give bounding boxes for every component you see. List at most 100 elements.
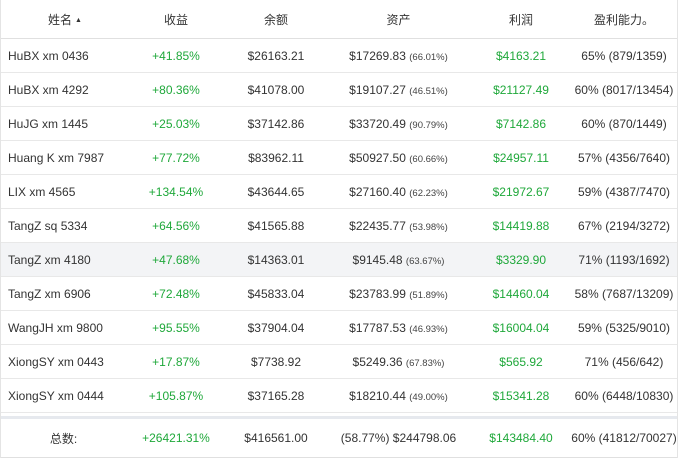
assets-value: $9145.48	[352, 252, 403, 267]
table-row[interactable]: HuJG xm 1445 +25.03% $37142.86 $33720.49 (9…	[1, 107, 677, 141]
account-name[interactable]: HuBX xm 0436	[1, 49, 126, 63]
assets-percent: (90.79%)	[409, 119, 448, 131]
balance-value: $37165.28	[247, 388, 305, 403]
table-row[interactable]: XiongSY xm 0443 +17.87% $7738.92 $5249.36 (…	[1, 345, 677, 379]
account-name[interactable]: WangJH xm 9800	[1, 321, 126, 335]
profit-value: $7142.86	[495, 116, 547, 131]
assets-cell: $50927.50 (60.66%)	[326, 151, 471, 165]
assets-percent: (62.23%)	[409, 187, 448, 199]
account-name[interactable]: TangZ xm 6906	[1, 287, 126, 301]
assets-value: $23783.99	[349, 286, 406, 301]
account-name[interactable]: LIX xm 4565	[1, 185, 126, 199]
assets-value: $18210.44	[349, 388, 406, 403]
sort-ascending-icon[interactable]: ▲	[75, 17, 82, 24]
ability-value: 60% (8017/13454)	[574, 82, 674, 97]
header-profit[interactable]: 利润	[471, 11, 571, 28]
gain-value: +95.55%	[152, 320, 200, 335]
table-row[interactable]: TangZ xm 4180 +47.68% $14363.01 $9145.48 (6…	[1, 243, 677, 277]
gain-value: +64.56%	[152, 218, 200, 233]
assets-cell: $17269.83 (66.01%)	[326, 49, 471, 63]
ability-value: 60% (6448/10830)	[574, 388, 674, 403]
assets-value: $27160.40	[349, 184, 406, 199]
header-assets[interactable]: 资产	[326, 11, 471, 28]
account-name[interactable]: HuBX xm 4292	[1, 83, 126, 97]
assets-value: $19107.27	[349, 82, 406, 97]
account-name[interactable]: XiongSY xm 0443	[1, 355, 126, 369]
assets-percent: (67.83%)	[405, 357, 445, 369]
assets-value: $5249.36	[352, 354, 403, 369]
gain-value: +134.54%	[148, 184, 204, 199]
assets-percent: (46.51%)	[409, 85, 448, 97]
profit-value: $14419.88	[492, 218, 550, 233]
assets-value: $17787.53	[349, 320, 406, 335]
gain-value: +72.48%	[152, 286, 200, 301]
account-name[interactable]: Huang K xm 7987	[1, 151, 126, 165]
ability-value: 67% (2194/3272)	[577, 218, 671, 233]
profit-value: $14460.04	[492, 286, 550, 301]
assets-value: $50927.50	[349, 150, 406, 165]
table-row[interactable]: HuBX xm 4292 +80.36% $41078.00 $19107.27 (4…	[1, 73, 677, 107]
assets-percent: (60.66%)	[409, 153, 448, 165]
ability-value: 58% (7687/13209)	[574, 286, 674, 301]
balance-value: $26163.21	[247, 48, 305, 63]
ability-value: 57% (4356/7640)	[577, 150, 671, 165]
header-name[interactable]: 姓名 ▲	[1, 11, 126, 28]
header-balance[interactable]: 余额	[226, 11, 326, 28]
assets-cell: $23783.99 (51.89%)	[326, 287, 471, 301]
assets-cell: $18210.44 (49.00%)	[326, 389, 471, 403]
balance-value: $43644.65	[247, 184, 305, 199]
gain-value: +25.03%	[152, 116, 200, 131]
profit-value: $565.92	[499, 354, 543, 369]
assets-percent: (53.98%)	[409, 221, 448, 233]
header-gain[interactable]: 收益	[126, 11, 226, 28]
assets-percent: (46.93%)	[409, 323, 448, 335]
gain-value: +47.68%	[152, 252, 200, 267]
table-row[interactable]: XiongSY xm 0444 +105.87% $37165.28 $18210.4…	[1, 379, 677, 413]
profit-value: $3329.90	[495, 252, 547, 267]
ability-value: 59% (4387/7470)	[577, 184, 671, 199]
balance-value: $41078.00	[247, 82, 305, 97]
ability-value: 71% (1193/1692)	[578, 252, 670, 267]
gain-value: +17.87%	[152, 354, 200, 369]
profit-value: $16004.04	[492, 320, 550, 335]
account-name[interactable]: TangZ sq 5334	[1, 219, 126, 233]
account-name[interactable]: HuJG xm 1445	[1, 117, 126, 131]
header-ability[interactable]: 盈利能力。	[571, 11, 677, 28]
balance-value: $7738.92	[250, 354, 302, 369]
gain-value: +105.87%	[148, 388, 204, 403]
totals-label: 总数:	[49, 431, 78, 446]
assets-cell: $33720.49 (90.79%)	[326, 117, 471, 131]
gain-value: +41.85%	[152, 48, 200, 63]
assets-percent: (63.67%)	[405, 255, 445, 267]
balance-value: $37142.86	[247, 116, 305, 131]
totals-gain: +26421.31%	[142, 431, 210, 445]
gain-value: +80.36%	[152, 82, 200, 97]
table-row[interactable]: Huang K xm 7987 +77.72% $83962.11 $50927.50…	[1, 141, 677, 175]
balance-value: $45833.04	[247, 286, 305, 301]
table-header: 姓名 ▲ 收益 余额 资产 利润 盈利能力。	[1, 0, 677, 39]
balance-value: $37904.04	[247, 320, 305, 335]
account-name[interactable]: XiongSY xm 0444	[1, 389, 126, 403]
balance-value: $83962.11	[248, 150, 304, 165]
totals-ability: 60% (41812/70027)	[571, 431, 677, 445]
ability-value: 71% (456/642)	[584, 354, 664, 369]
totals-profit: $143484.40	[489, 431, 553, 445]
assets-percent: (49.00%)	[409, 391, 448, 403]
assets-percent: (51.89%)	[409, 289, 448, 301]
profit-value: $15341.28	[492, 388, 550, 403]
profit-value: $24957.11	[493, 150, 549, 165]
balance-value: $14363.01	[247, 252, 305, 267]
table-row[interactable]: TangZ sq 5334 +64.56% $41565.88 $22435.77 (…	[1, 209, 677, 243]
table-row[interactable]: WangJH xm 9800 +95.55% $37904.04 $17787.53 …	[1, 311, 677, 345]
assets-value: $22435.77	[349, 218, 406, 233]
account-name[interactable]: TangZ xm 4180	[1, 253, 126, 267]
assets-cell: $19107.27 (46.51%)	[326, 83, 471, 97]
assets-value: $17269.83	[349, 48, 406, 63]
profit-value: $21972.67	[492, 184, 550, 199]
gain-value: +77.72%	[152, 150, 200, 165]
accounts-table: 姓名 ▲ 收益 余额 资产 利润 盈利能力。 HuBX xm 0436 +41.85…	[0, 0, 678, 458]
assets-cell: $17787.53 (46.93%)	[326, 321, 471, 335]
table-row[interactable]: HuBX xm 0436 +41.85% $26163.21 $17269.83 (6…	[1, 39, 677, 73]
table-row[interactable]: TangZ xm 6906 +72.48% $45833.04 $23783.99 (…	[1, 277, 677, 311]
table-row[interactable]: LIX xm 4565 +134.54% $43644.65 $27160.40 (6…	[1, 175, 677, 209]
